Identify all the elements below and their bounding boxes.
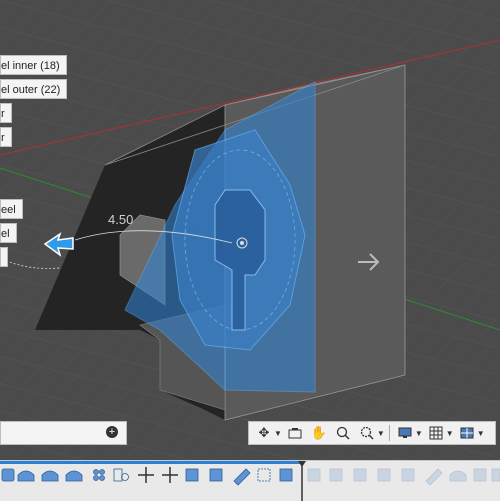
zoom-icon[interactable] [332, 423, 354, 443]
timeline-feature-extrude-icon [17, 470, 35, 482]
viewports-icon[interactable] [456, 423, 478, 443]
orbit-icon[interactable]: ✥ [253, 423, 275, 443]
browser-panel-collapsed[interactable]: + [0, 421, 127, 445]
timeline-feature-suppressed-icon [307, 468, 321, 482]
timeline-feature-move-icon [162, 467, 178, 483]
timeline-feature-pattern-icon [93, 469, 105, 481]
grid-dropdown-icon[interactable]: ▼ [446, 429, 454, 438]
timeline-feature-suppressed-icon [449, 470, 467, 482]
timeline-feature-chamfer-icon [233, 468, 251, 486]
timeline-feature-sketch-icon [1, 468, 15, 482]
body-label-inner[interactable]: el inner (18) [0, 55, 67, 75]
add-icon[interactable]: + [106, 426, 118, 438]
timeline-bar[interactable] [0, 460, 500, 501]
body-label-outer[interactable]: el outer (22) [0, 79, 68, 99]
zoom-dropdown-icon[interactable]: ▼ [377, 429, 385, 438]
toolbar-divider [388, 425, 390, 441]
timeline-feature-suppressed-icon [377, 468, 391, 482]
timeline-feature-body-icon [279, 468, 293, 482]
zoom-window-icon[interactable] [356, 423, 378, 443]
display-settings-icon[interactable] [394, 423, 416, 443]
timeline-feature-suppressed-icon [401, 468, 415, 482]
body-label-7[interactable] [0, 247, 8, 267]
body-label-5[interactable]: eel [0, 199, 23, 219]
timeline-feature-sketch-icon [257, 468, 271, 482]
display-dropdown-icon[interactable]: ▼ [415, 429, 423, 438]
timeline-feature-joint-icon [113, 468, 129, 482]
timeline-feature-move-icon [138, 467, 154, 483]
timeline-feature-body-icon [185, 468, 199, 482]
pan-icon[interactable]: ✋ [308, 423, 330, 443]
body-label-6[interactable]: el [0, 223, 17, 243]
center-point [240, 241, 244, 245]
timeline-feature-body-icon [209, 468, 223, 482]
timeline-feature-suppressed-icon [491, 468, 500, 482]
viewports-dropdown-icon[interactable]: ▼ [477, 429, 485, 438]
look-at-icon[interactable] [284, 423, 306, 443]
body-label-4[interactable]: r [0, 127, 12, 147]
body-label-3[interactable]: r [0, 103, 12, 123]
timeline-feature-suppressed-icon [353, 468, 367, 482]
navigation-toolbar: ✥ ▼ ✋ ▼ ▼ ▼ ▼ [248, 421, 496, 445]
timeline-feature-suppressed-icon [425, 468, 443, 486]
timeline-feature-extrude-icon [65, 470, 83, 482]
dimension-value[interactable]: 4.50 [108, 212, 133, 227]
timeline-features[interactable] [0, 461, 500, 501]
graphics-viewport[interactable]: 4.50 el inner (18) el outer (22) r r eel… [0, 0, 500, 460]
orbit-dropdown-icon[interactable]: ▼ [274, 429, 282, 438]
timeline-feature-extrude-icon [41, 470, 59, 482]
timeline-feature-suppressed-icon [329, 468, 343, 482]
timeline-feature-suppressed-icon [473, 468, 487, 482]
grid-settings-icon[interactable] [425, 423, 447, 443]
3d-scene[interactable]: 4.50 [0, 0, 500, 460]
